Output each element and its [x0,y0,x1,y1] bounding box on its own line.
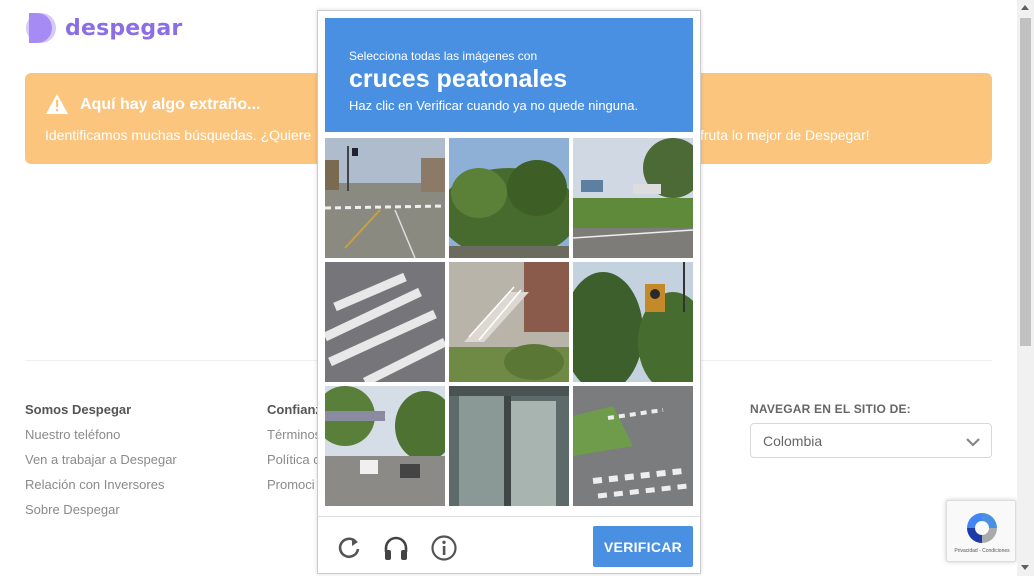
captcha-tile-8[interactable] [449,386,569,506]
captcha-tile-2[interactable] [449,138,569,258]
recaptcha-logo-icon [967,513,997,543]
country-select-value: Colombia [763,433,823,449]
warning-title: Aquí hay algo extraño... [80,96,261,113]
captcha-hint: Haz clic en Verificar cuando ya no quede… [349,98,639,113]
captcha-tile-3[interactable] [573,138,693,258]
captcha-image-grid [325,138,695,508]
footer-link-politica[interactable]: Política c [267,452,322,477]
captcha-tile-5[interactable] [449,262,569,382]
country-select[interactable]: Colombia [750,423,992,458]
logo-mark-icon [25,12,57,44]
headphones-icon[interactable] [382,534,410,562]
footer-link-telefono[interactable]: Nuestro teléfono [25,427,177,452]
captcha-footer-separator [318,516,700,517]
recaptcha-badge-text[interactable]: Privacidad - Condiciones [947,548,1017,554]
footer-link-terminos[interactable]: Términos [267,427,322,452]
captcha-target: cruces peatonales [349,65,568,93]
footer-column-title: Confianz [267,402,322,417]
info-icon[interactable] [430,534,458,562]
warning-icon [45,93,69,115]
recaptcha-badge[interactable]: Privacidad - Condiciones [946,500,1016,562]
page: despegar Aquí hay algo extraño... Identi… [0,0,1034,576]
footer-column-title: Somos Despegar [25,402,132,417]
page-scrollbar[interactable] [1017,0,1034,576]
captcha-instruction: Selecciona todas las imágenes con [349,49,538,63]
captcha-tile-9[interactable] [573,386,693,506]
scroll-down-arrow-icon[interactable] [1021,565,1029,570]
footer-link-sobre[interactable]: Sobre Despegar [25,502,177,527]
despegar-logo[interactable]: despegar [25,12,182,44]
scrollbar-thumb[interactable] [1020,18,1031,346]
captcha-tile-6[interactable] [573,262,693,382]
chevron-down-icon [965,435,981,447]
logo-text: despegar [65,15,183,41]
captcha-tile-7[interactable] [325,386,445,506]
verify-button[interactable]: VERIFICAR [593,526,693,567]
footer-link-trabajar[interactable]: Ven a trabajar a Despegar [25,452,177,477]
captcha-header: Selecciona todas las imágenes con cruces… [325,18,693,132]
footer-link-inversores[interactable]: Relación con Inversores [25,477,177,502]
footer-link-promociones[interactable]: Promoci [267,477,322,502]
warning-text-left: Identificamos muchas búsquedas. ¿Quiere [45,127,312,143]
scroll-up-arrow-icon[interactable] [1021,5,1029,10]
navigate-site-title: NAVEGAR EN EL SITIO DE: [750,402,911,416]
captcha-tile-4[interactable] [325,262,445,382]
captcha-tile-1[interactable] [325,138,445,258]
reload-icon[interactable] [335,534,363,562]
warning-text-right: fruta lo mejor de Despegar! [700,127,870,143]
captcha-challenge: Selecciona todas las imágenes con cruces… [317,10,701,574]
footer-column-confianza: Confianz Términos Política c Promoci [267,402,322,502]
footer-column-somos: Somos Despegar Nuestro teléfono Ven a tr… [25,402,177,527]
